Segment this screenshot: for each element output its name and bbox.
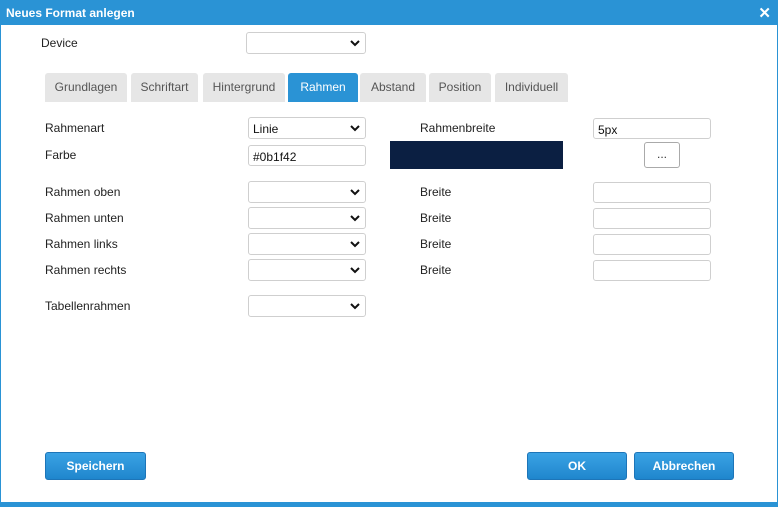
chevron-down-icon (350, 189, 360, 196)
rahmenbreite-input-value: 5px (598, 123, 618, 137)
farbe-label: Farbe (45, 148, 77, 162)
rahmen-unten-label: Rahmen unten (45, 211, 124, 225)
rahmen-rechts-select[interactable] (248, 259, 366, 281)
tab-rahmen[interactable]: Rahmen (288, 73, 358, 102)
tab-grundlagen[interactable]: Grundlagen (45, 73, 127, 102)
color-swatch[interactable] (390, 141, 563, 169)
rahmen-unten-breite-input[interactable] (593, 208, 711, 229)
rahmen-links-select[interactable] (248, 233, 366, 255)
farbe-input-value: #0b1f42 (253, 150, 297, 164)
tab-abstand[interactable]: Abstand (360, 73, 426, 102)
chevron-down-icon (350, 267, 360, 274)
rahmen-oben-select[interactable] (248, 181, 366, 203)
tab-position[interactable]: Position (429, 73, 491, 102)
rahmenbreite-label: Rahmenbreite (420, 121, 496, 135)
chevron-down-icon (350, 241, 360, 248)
close-icon[interactable]: ✕ (758, 4, 771, 22)
rahmen-rechts-breite-input[interactable] (593, 260, 711, 281)
tabellenrahmen-select[interactable] (248, 295, 366, 317)
farbe-input[interactable]: #0b1f42 (248, 145, 366, 166)
rahmen-unten-select[interactable] (248, 207, 366, 229)
rahmen-links-label: Rahmen links (45, 237, 118, 251)
rahmen-oben-label: Rahmen oben (45, 185, 121, 199)
dialog-bottom-border (1, 502, 777, 506)
tabellenrahmen-label: Tabellenrahmen (45, 299, 131, 313)
tab-hintergrund[interactable]: Hintergrund (203, 73, 285, 102)
save-button[interactable]: Speichern (45, 452, 146, 480)
color-picker-button[interactable]: ... (644, 142, 680, 168)
dialog: Neues Format anlegen ✕ Device Grundlagen… (0, 0, 778, 507)
chevron-down-icon (350, 215, 360, 222)
rahmenart-select-value: Linie (253, 122, 279, 136)
rahmen-links-breite-label: Breite (420, 237, 452, 251)
rahmen-rechts-breite-label: Breite (420, 263, 452, 277)
chevron-down-icon (350, 125, 360, 132)
cancel-button[interactable]: Abbrechen (634, 452, 734, 480)
device-label: Device (41, 36, 78, 50)
rahmenart-label: Rahmenart (45, 121, 105, 135)
chevron-down-icon (350, 303, 360, 310)
dialog-titlebar[interactable]: Neues Format anlegen ✕ (1, 1, 777, 25)
ok-button[interactable]: OK (527, 452, 627, 480)
rahmen-links-breite-input[interactable] (593, 234, 711, 255)
dialog-title: Neues Format anlegen (6, 6, 135, 20)
tab-individuell[interactable]: Individuell (495, 73, 568, 102)
rahmen-unten-breite-label: Breite (420, 211, 452, 225)
rahmenbreite-input[interactable]: 5px (593, 118, 711, 139)
device-select[interactable] (246, 32, 366, 54)
rahmenart-select[interactable]: Linie (248, 117, 366, 139)
rahmen-rechts-label: Rahmen rechts (45, 263, 127, 277)
chevron-down-icon (350, 40, 360, 47)
tab-schriftart[interactable]: Schriftart (131, 73, 198, 102)
rahmen-oben-breite-input[interactable] (593, 182, 711, 203)
rahmen-oben-breite-label: Breite (420, 185, 452, 199)
